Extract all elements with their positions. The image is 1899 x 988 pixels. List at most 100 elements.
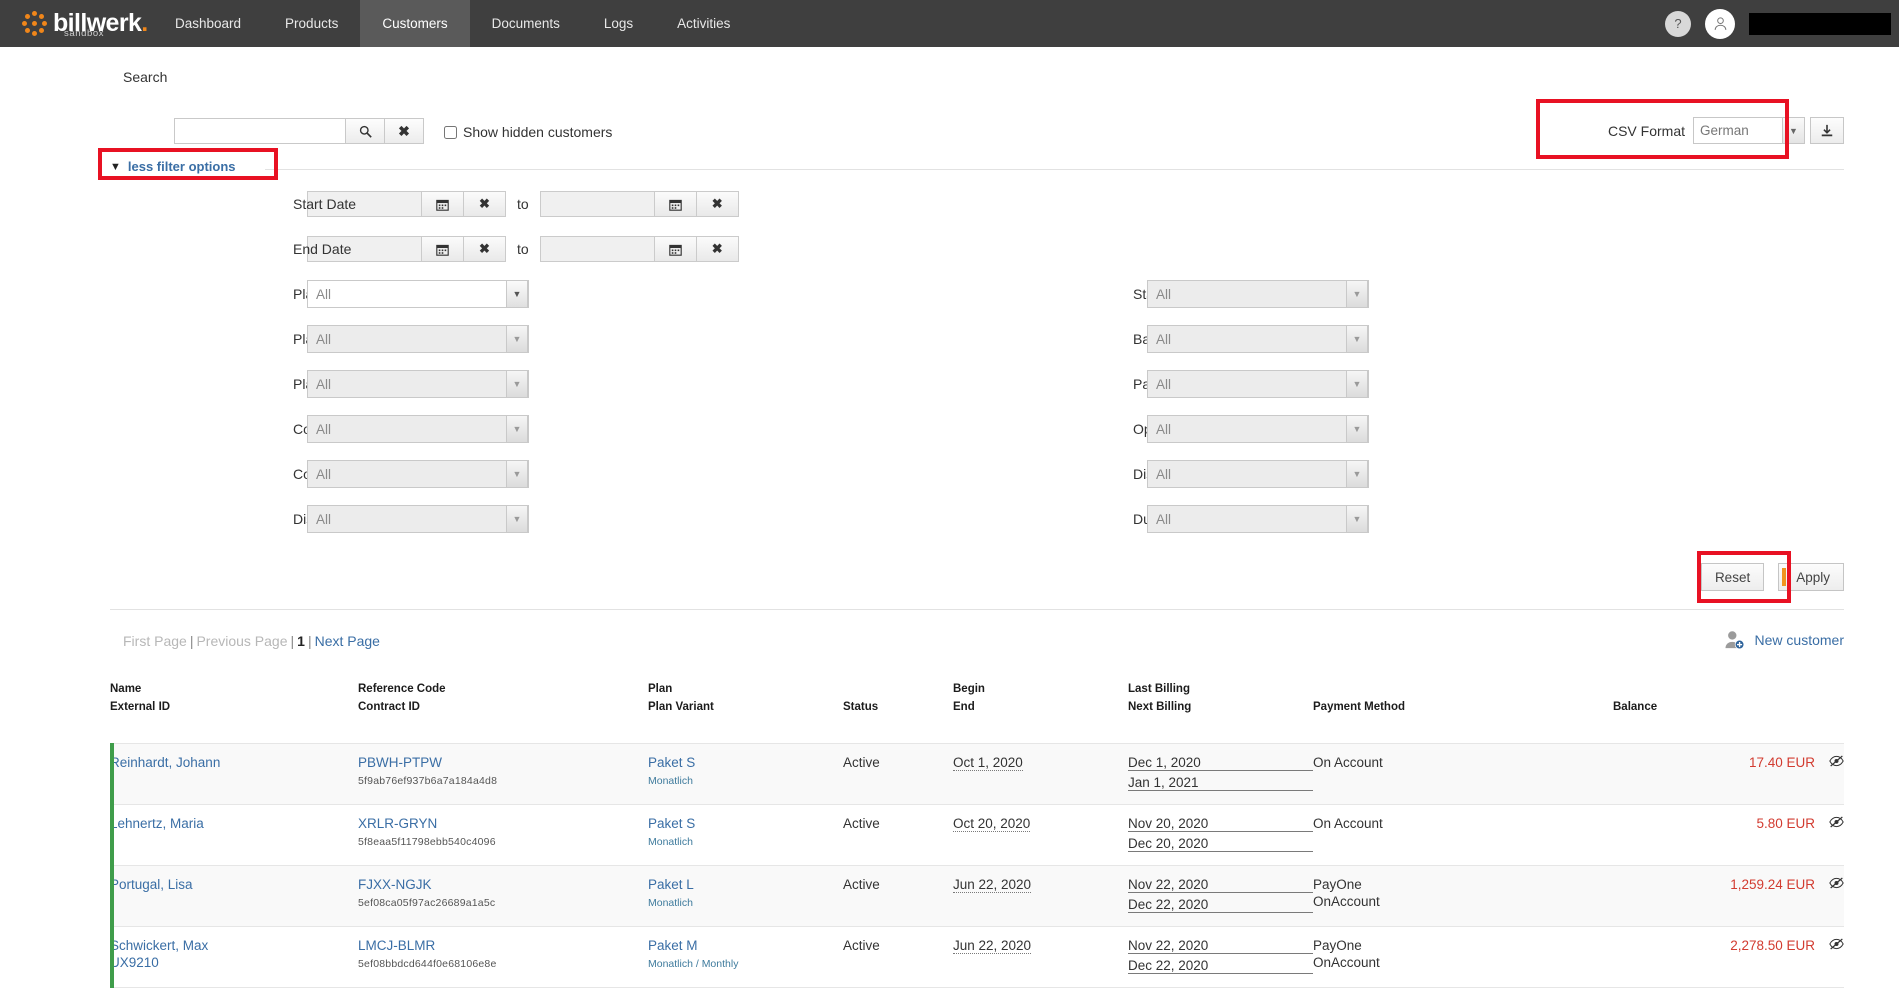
cell-balance: 5.80 EUR <box>1613 804 1844 866</box>
cell-name[interactable]: Lehnertz, Maria <box>110 803 358 866</box>
reference-code-link[interactable]: XRLR-GRYN <box>358 816 648 832</box>
plan-link[interactable]: Paket S <box>648 755 843 771</box>
dispatch-mode-select[interactable]: All ▼ <box>1147 460 1369 488</box>
nav-item-activities[interactable]: Activities <box>655 0 752 47</box>
apply-button[interactable]: Apply <box>1778 563 1844 591</box>
chevron-down-icon[interactable]: ▼ <box>1346 370 1368 398</box>
cell-name[interactable]: Portugal, Lisa <box>110 864 358 927</box>
cell-plan[interactable]: Paket L Monatlich <box>648 865 843 927</box>
chevron-down-icon[interactable]: ▼ <box>1346 280 1368 308</box>
chevron-down-icon[interactable]: ▼ <box>1346 325 1368 353</box>
clear-start-date-to-icon[interactable]: ✖ <box>695 192 738 216</box>
contract-id: 5ef08bbdcd644f0e68106e8e <box>358 958 497 970</box>
previous-page-link[interactable]: Previous Page <box>196 633 287 649</box>
nav-item-dashboard[interactable]: Dashboard <box>153 0 263 47</box>
plan-variant-select[interactable]: All ▼ <box>307 370 529 398</box>
hide-customer-icon[interactable] <box>1829 938 1844 953</box>
clear-end-date-from-icon[interactable]: ✖ <box>463 237 505 261</box>
chevron-down-icon[interactable]: ▼ <box>506 370 528 398</box>
payment-method-select[interactable]: All ▼ <box>1147 370 1369 398</box>
help-icon[interactable]: ? <box>1665 10 1691 37</box>
payment-method-primary: On Account <box>1313 755 1383 770</box>
hide-customer-icon[interactable] <box>1829 755 1844 770</box>
table-row[interactable]: Portugal, Lisa FJXX-NGJK 5ef08ca05f97ac2… <box>110 864 1844 927</box>
cell-reference-code[interactable]: PBWH-PTPW 5f9ab76ef937b6a7a184a4d8 <box>358 743 648 805</box>
nav-item-customers[interactable]: Customers <box>360 0 470 47</box>
component-usage-select[interactable]: All ▼ <box>307 460 529 488</box>
table-row[interactable]: Reinhardt, Johann PBWH-PTPW 5f9ab76ef937… <box>110 742 1844 805</box>
operation-status-select[interactable]: All ▼ <box>1147 415 1369 443</box>
customer-name-link[interactable]: Schwickert, Max <box>110 938 358 954</box>
filter-divider <box>265 169 1844 170</box>
avatar[interactable] <box>1705 8 1735 39</box>
nav-item-logs[interactable]: Logs <box>582 0 655 47</box>
csv-format-label: CSV Format <box>1607 122 1685 139</box>
csv-download-button[interactable] <box>1810 117 1844 144</box>
plan-group-select[interactable]: All ▼ <box>307 280 529 308</box>
cell-plan[interactable]: Paket M Monatlich / Monthly <box>648 926 843 988</box>
search-input[interactable] <box>175 119 345 143</box>
hide-customer-icon[interactable] <box>1829 877 1844 892</box>
plan-link[interactable]: Paket S <box>648 816 843 832</box>
customer-name-link[interactable]: Lehnertz, Maria <box>110 816 358 832</box>
contract-id: 5f8eaa5f11798ebb540c4096 <box>358 836 496 848</box>
cell-reference-code[interactable]: FJXX-NGJK 5ef08ca05f97ac26689a1a5c <box>358 865 648 927</box>
cell-name[interactable]: Reinhardt, Johann <box>110 742 358 805</box>
search-icon[interactable] <box>345 119 384 143</box>
chevron-down-icon[interactable]: ▼ <box>506 325 528 353</box>
chevron-down-icon[interactable]: ▼ <box>1346 415 1368 443</box>
chevron-down-icon[interactable]: ▼ <box>506 460 528 488</box>
chevron-down-icon[interactable]: ▼ <box>506 505 528 533</box>
chevron-down-icon[interactable]: ▼ <box>506 280 528 308</box>
reference-code-link[interactable]: FJXX-NGJK <box>358 877 648 893</box>
cell-plan[interactable]: Paket S Monatlich <box>648 804 843 866</box>
hide-customer-icon[interactable] <box>1829 816 1844 831</box>
status-select[interactable]: All ▼ <box>1147 280 1369 308</box>
clear-end-date-to-icon[interactable]: ✖ <box>695 237 738 261</box>
balance-select[interactable]: All ▼ <box>1147 325 1369 353</box>
first-page-link[interactable]: First Page <box>123 633 187 649</box>
less-filter-options-toggle[interactable]: ▼ less filter options <box>110 159 236 174</box>
csv-format-select[interactable]: German <box>1693 117 1783 144</box>
discount-select[interactable]: All ▼ <box>307 505 529 533</box>
plan-link[interactable]: Paket M <box>648 938 843 954</box>
nav-item-documents[interactable]: Documents <box>470 0 582 47</box>
plan-link[interactable]: Paket L <box>648 877 843 893</box>
customer-name-link[interactable]: Reinhardt, Johann <box>110 755 358 771</box>
cell-reference-code[interactable]: XRLR-GRYN 5f8eaa5f11798ebb540c4096 <box>358 804 648 866</box>
component-subscription-select[interactable]: All ▼ <box>307 415 529 443</box>
clear-start-date-from-icon[interactable]: ✖ <box>463 192 505 216</box>
brand-logo[interactable]: billwerk. sandbox <box>0 0 148 47</box>
table-row[interactable]: Lehnertz, Maria XRLR-GRYN 5f8eaa5f11798e… <box>110 803 1844 866</box>
cell-plan[interactable]: Paket S Monatlich <box>648 743 843 805</box>
balance-amount: 2,278.50 EUR <box>1730 938 1815 953</box>
next-page-link[interactable]: Next Page <box>315 633 380 649</box>
cell-balance: 1,259.24 EUR <box>1613 865 1844 927</box>
show-hidden-customers-checkbox[interactable]: Show hidden customers <box>444 124 612 140</box>
start-date-to-input[interactable] <box>540 192 654 216</box>
reference-code-link[interactable]: LMCJ-BLMR <box>358 938 648 954</box>
end-date-to-input[interactable] <box>540 237 654 261</box>
customer-name-link[interactable]: Portugal, Lisa <box>110 877 358 893</box>
reference-code-link[interactable]: PBWH-PTPW <box>358 755 648 771</box>
cell-name[interactable]: Schwickert, Max UX9210 <box>110 925 358 988</box>
calendar-icon[interactable] <box>421 192 463 216</box>
calendar-icon[interactable] <box>421 237 463 261</box>
table-row[interactable]: Schwickert, Max UX9210 LMCJ-BLMR 5ef08bb… <box>110 925 1844 988</box>
reset-button[interactable]: Reset <box>1700 563 1765 591</box>
chevron-down-icon[interactable]: ▼ <box>506 415 528 443</box>
calendar-icon[interactable] <box>653 192 696 216</box>
chevron-down-icon[interactable]: ▼ <box>1783 117 1805 144</box>
component-usage-value: All <box>316 466 332 482</box>
calendar-icon[interactable] <box>653 237 696 261</box>
nav-item-products[interactable]: Products <box>263 0 360 47</box>
chevron-down-icon[interactable]: ▼ <box>1346 460 1368 488</box>
dunning-level-select[interactable]: All ▼ <box>1147 505 1369 533</box>
chevron-down-icon[interactable]: ▼ <box>1346 505 1368 533</box>
show-hidden-customers-input[interactable] <box>444 125 457 139</box>
cell-reference-code[interactable]: LMCJ-BLMR 5ef08bbdcd644f0e68106e8e <box>358 926 648 988</box>
plan-select[interactable]: All ▼ <box>307 325 529 353</box>
new-customer-button[interactable]: New customer <box>1724 630 1844 650</box>
csv-format-select-wrap[interactable]: German ▼ <box>1693 117 1805 144</box>
clear-search-icon[interactable]: ✖ <box>384 119 423 143</box>
